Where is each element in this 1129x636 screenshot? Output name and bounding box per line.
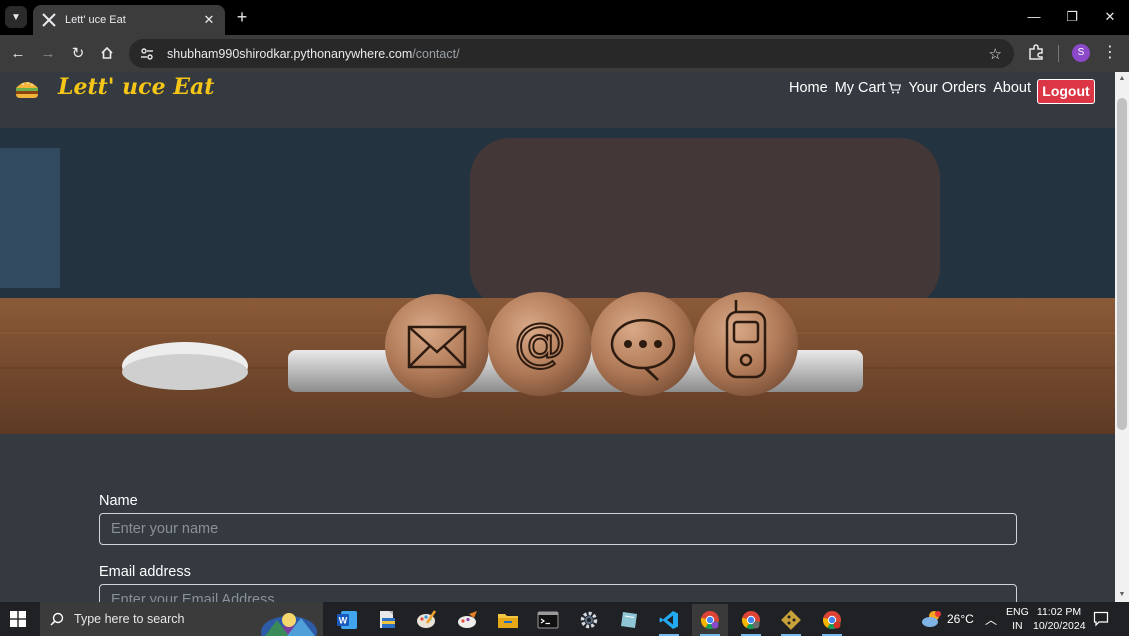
svg-text:W: W [339,616,348,626]
chrome-app-2[interactable] [733,604,769,636]
file-manager-icon [380,611,395,628]
active-tab[interactable]: Lett' uce Eat ✕ [33,5,225,35]
nav-my-cart[interactable]: My Cart [835,80,902,96]
home-icon[interactable] [96,42,118,64]
at-sign-icon: @ [488,292,592,396]
file-explorer-icon [498,614,518,628]
chrome-icon [822,611,841,630]
name-label: Name [99,493,138,509]
new-tab-button[interactable]: + [232,7,252,27]
cart-icon [888,82,902,94]
chat-bubble-icon [591,292,695,396]
paint-icon [417,610,437,628]
extensions-icon[interactable] [1027,43,1047,63]
scroll-up-icon[interactable]: ▲ [1118,75,1126,83]
settings-icon [580,611,598,629]
terminal-icon [537,611,559,629]
vscode-app[interactable] [651,604,687,636]
nav-my-cart-label: My Cart [834,80,886,96]
search-highlight-icon [261,613,317,636]
search-icon [50,612,64,626]
url-domain: shubham990shirodkar.pythonanywhere.com [167,46,413,61]
git-app[interactable] [773,604,809,636]
tab-close-icon[interactable]: ✕ [201,12,217,28]
chrome-app-1[interactable] [692,604,728,636]
language-code: ENG [1006,606,1029,618]
page-viewport: Lett' uce Eat Home My Cart Your Orders A… [0,72,1129,602]
taskbar-search[interactable]: Type here to search [40,602,323,636]
clock-date: 10/20/2024 [1033,620,1086,632]
git-icon [781,610,801,630]
chrome-icon [741,611,760,630]
nav-about[interactable]: About [993,80,1031,96]
mobile-phone-icon [694,292,798,396]
name-input[interactable] [99,513,1017,545]
close-window-icon[interactable]: ✕ [1095,6,1125,28]
logout-button[interactable]: Logout [1037,79,1095,104]
contact-hero-image: @ [0,128,1115,434]
restore-icon[interactable]: ❐ [1057,6,1087,28]
notes-icon [621,612,637,628]
contact-form: Name Email address [0,434,1115,602]
search-placeholder: Type here to search [74,612,185,626]
nav-home[interactable]: Home [789,80,828,96]
scroll-thumb[interactable] [1117,98,1127,430]
chrome-icon [700,611,719,630]
paint-brush-icon [458,611,477,628]
temperature: 26°C [947,612,974,626]
windows-taskbar: Type here to search W 26°C ︿ ENG IN 11:0… [0,602,1129,636]
site-favicon-icon [41,12,57,28]
terminal-app[interactable] [530,604,566,636]
paint-app[interactable] [409,604,445,636]
tab-search-button[interactable]: ▼ [5,6,27,28]
bookmark-star-icon[interactable]: ☆ [989,45,1002,63]
email-label: Email address [99,564,191,580]
nav-your-orders[interactable]: Your Orders [908,80,986,96]
word-icon: W [337,611,357,629]
brand-name[interactable]: Lett' uce Eat [58,74,214,100]
clock-time: 11:02 PM [1036,606,1082,618]
cloudy-weather-icon [922,611,941,627]
browser-tab-strip: ▼ Lett' uce Eat ✕ + — ❐ ✕ [0,0,1129,35]
word-app[interactable]: W [329,604,365,636]
url-path: /contact/ [412,46,460,61]
svg-text:@: @ [514,313,566,373]
site-navbar: Lett' uce Eat Home My Cart Your Orders A… [0,72,1115,128]
back-icon[interactable]: ← [7,42,29,64]
url-text: shubham990shirodkar.pythonanywhere.com/c… [167,47,460,61]
region-code: IN [1012,620,1023,632]
vscode-icon [659,611,678,629]
weather-widget[interactable]: 26°C [921,610,974,628]
language-indicator[interactable]: ENG IN [1006,605,1029,633]
windows-start-icon[interactable] [10,611,26,627]
email-input[interactable] [99,584,1017,602]
nav-links: Home My Cart Your Orders About [789,80,1031,96]
envelope-icon [385,294,489,398]
toolbar-separator [1058,45,1059,62]
page-scrollbar[interactable]: ▲ ▼ [1115,72,1129,602]
address-bar[interactable]: shubham990shirodkar.pythonanywhere.com/c… [129,39,1014,68]
reload-icon[interactable]: ↻ [67,42,89,64]
forward-icon[interactable]: → [37,42,59,64]
burger-logo-icon[interactable] [14,78,40,100]
file-explorer-app[interactable] [490,604,526,636]
browser-toolbar: ← → ↻ shubham990shirodkar.pythonanywhere… [0,35,1129,72]
settings-app[interactable] [571,604,607,636]
browser-menu-icon[interactable]: ⋮ [1102,42,1118,64]
scroll-down-icon[interactable]: ▼ [1118,591,1126,599]
profile-avatar[interactable]: S [1072,44,1090,62]
clock[interactable]: 11:02 PM 10/20/2024 [1033,605,1086,633]
show-hidden-icons-icon[interactable]: ︿ [985,611,997,628]
tab-title: Lett' uce Eat [65,14,126,26]
chrome-app-3[interactable] [814,604,850,636]
minimize-icon[interactable]: — [1019,6,1049,28]
notes-app[interactable] [611,604,647,636]
paint-brush-app[interactable] [450,604,486,636]
file-manager-app[interactable] [369,604,405,636]
notification-center-icon[interactable] [1093,611,1109,627]
site-info-icon[interactable] [139,46,155,62]
